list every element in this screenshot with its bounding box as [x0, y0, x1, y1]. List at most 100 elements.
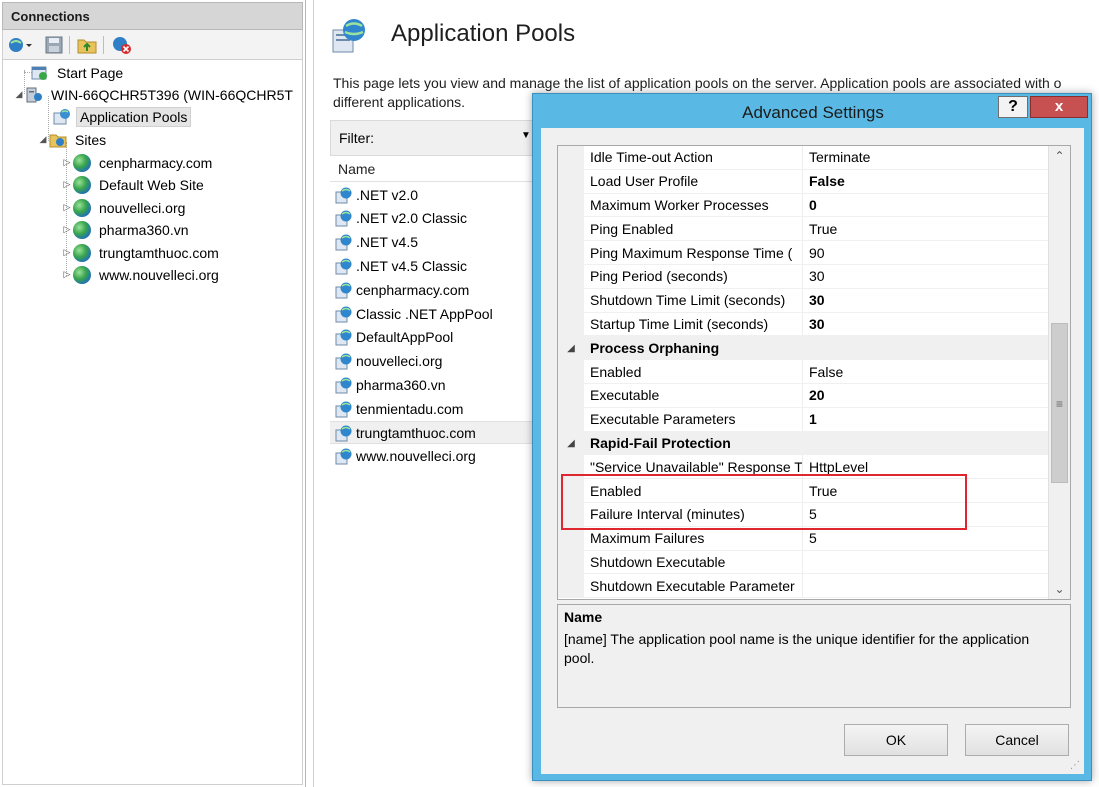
- property-value[interactable]: 30: [803, 265, 1048, 289]
- property-value[interactable]: 30: [803, 289, 1048, 313]
- property-row[interactable]: Startup Time Limit (seconds) 30: [558, 312, 1048, 337]
- property-value[interactable]: Terminate: [803, 146, 1048, 170]
- row-gutter: [558, 265, 584, 289]
- tree-item-site[interactable]: ▷ Default Web Site: [61, 174, 207, 195]
- globe-icon: [73, 220, 91, 239]
- property-value[interactable]: 1: [803, 408, 1048, 432]
- tree-item-site[interactable]: ▷ cenpharmacy.com: [61, 152, 215, 173]
- pool-row[interactable]: .NET v4.5 Classic: [330, 254, 540, 277]
- connections-header: Connections: [2, 2, 303, 30]
- property-row[interactable]: Shutdown Executable: [558, 550, 1048, 575]
- resize-grip-icon[interactable]: ⋰: [1070, 760, 1082, 772]
- property-value[interactable]: 5: [803, 527, 1048, 551]
- property-value[interactable]: HttpLevel: [803, 455, 1048, 480]
- scroll-down-icon[interactable]: ⌄: [1049, 579, 1070, 599]
- pool-row[interactable]: trungtamthuoc.com: [330, 421, 540, 444]
- expand-arrow-icon[interactable]: ▷: [61, 157, 73, 168]
- pool-row[interactable]: .NET v4.5: [330, 231, 540, 254]
- property-row[interactable]: Ping Maximum Response Time (90: [558, 241, 1048, 265]
- expand-arrow-icon[interactable]: ▷: [61, 269, 73, 280]
- close-button[interactable]: x: [1030, 96, 1088, 118]
- property-value[interactable]: 30: [803, 313, 1048, 337]
- property-row[interactable]: Idle Time-out Action Terminate: [558, 146, 1048, 170]
- property-row[interactable]: Maximum Worker Processes 0: [558, 193, 1048, 218]
- disconnect-icon[interactable]: [111, 35, 133, 55]
- expand-arrow-icon[interactable]: ▷: [61, 247, 73, 258]
- collapse-arrow-icon[interactable]: ◢: [558, 336, 584, 361]
- pool-row[interactable]: pharma360.vn: [330, 373, 540, 396]
- scroll-up-icon[interactable]: ⌃: [1049, 146, 1070, 166]
- property-row[interactable]: Shutdown Executable Parameter: [558, 574, 1048, 599]
- property-value[interactable]: 5: [803, 503, 1048, 527]
- tree-item-application-pools[interactable]: Application Pools: [53, 106, 192, 127]
- property-row[interactable]: "Service Unavailable" Response T HttpLeve…: [558, 455, 1048, 480]
- property-value[interactable]: False: [803, 360, 1048, 384]
- property-row[interactable]: Enabled True: [558, 479, 1048, 503]
- collapse-arrow-icon[interactable]: ◢: [558, 431, 584, 456]
- column-header-name[interactable]: Name: [330, 156, 540, 182]
- folder-up-icon[interactable]: [77, 35, 97, 55]
- connect-icon[interactable]: [7, 35, 33, 55]
- pool-name: pharma360.vn: [356, 376, 446, 393]
- dropdown-arrow-icon[interactable]: ▼: [521, 130, 531, 141]
- property-value[interactable]: True: [803, 479, 1048, 503]
- property-name: Shutdown Executable Parameter: [584, 574, 803, 599]
- property-name: Shutdown Executable: [584, 550, 803, 575]
- tree-item-start-page[interactable]: Start Page: [31, 62, 126, 83]
- tree-item-site[interactable]: ▷ trungtamthuoc.com: [61, 242, 222, 263]
- property-row[interactable]: Shutdown Time Limit (seconds) 30: [558, 288, 1048, 313]
- property-row[interactable]: Maximum Failures 5: [558, 526, 1048, 551]
- help-button[interactable]: ?: [998, 96, 1028, 118]
- row-gutter: [558, 217, 584, 242]
- property-row[interactable]: Failure Interval (minutes) 5: [558, 503, 1048, 527]
- row-gutter: [558, 360, 584, 384]
- property-value[interactable]: [803, 574, 1048, 599]
- tree-item-sites[interactable]: ◢ Sites: [37, 129, 109, 150]
- pool-name: tenmientadu.com: [356, 400, 464, 417]
- save-icon[interactable]: [45, 35, 63, 55]
- property-row[interactable]: Executable 20: [558, 384, 1048, 408]
- property-row[interactable]: Executable Parameters 1: [558, 407, 1048, 432]
- property-value[interactable]: [803, 551, 1048, 575]
- pool-row[interactable]: nouvelleci.org: [330, 350, 540, 373]
- pool-row[interactable]: .NET v2.0 Classic: [330, 207, 540, 230]
- expand-arrow-icon[interactable]: ▷: [61, 224, 73, 235]
- scrollbar[interactable]: ⌃ ≡ ⌄: [1048, 146, 1070, 599]
- pool-name: .NET v2.0: [356, 186, 418, 203]
- row-gutter: [558, 526, 584, 551]
- pool-row[interactable]: tenmientadu.com: [330, 397, 540, 420]
- property-category[interactable]: ◢ Rapid-Fail Protection: [558, 431, 1048, 456]
- property-value[interactable]: False: [803, 170, 1048, 194]
- ok-button[interactable]: OK: [844, 724, 948, 756]
- property-row[interactable]: Enabled False: [558, 360, 1048, 384]
- property-category[interactable]: ◢ Process Orphaning: [558, 336, 1048, 361]
- app-pools-icon: [330, 16, 370, 56]
- pool-row[interactable]: www.nouvelleci.org: [330, 445, 540, 468]
- pool-name: Classic .NET AppPool: [356, 305, 493, 322]
- tree-item-server[interactable]: ◢ WIN-66QCHR5T396 (WIN-66QCHR5T: [13, 84, 296, 105]
- pool-row[interactable]: cenpharmacy.com: [330, 278, 540, 301]
- filter-bar[interactable]: Filter: ▼: [330, 120, 540, 156]
- property-value[interactable]: 0: [803, 194, 1048, 218]
- cancel-button[interactable]: Cancel: [965, 724, 1069, 756]
- tree-item-site[interactable]: ▷ pharma360.vn: [61, 219, 192, 240]
- property-grid[interactable]: Idle Time-out Action Terminate Load User P…: [557, 145, 1071, 600]
- property-value[interactable]: 20: [803, 384, 1048, 408]
- property-value[interactable]: 90: [803, 241, 1048, 265]
- property-row[interactable]: Load User Profile False: [558, 169, 1048, 194]
- sites-folder-icon: [49, 131, 67, 149]
- pool-row[interactable]: Classic .NET AppPool: [330, 302, 540, 325]
- page-title: Application Pools: [391, 20, 576, 47]
- expand-arrow-icon[interactable]: ▷: [61, 179, 73, 190]
- tree-item-site[interactable]: ▷ nouvelleci.org: [61, 197, 188, 218]
- collapse-arrow-icon[interactable]: ◢: [37, 134, 49, 145]
- tree-item-site[interactable]: ▷ www.nouvelleci.org: [61, 264, 222, 285]
- scroll-thumb[interactable]: ≡: [1051, 323, 1068, 483]
- pool-row[interactable]: .NET v2.0: [330, 183, 540, 206]
- pool-row[interactable]: DefaultAppPool: [330, 326, 540, 349]
- property-value[interactable]: True: [803, 217, 1048, 242]
- collapse-arrow-icon[interactable]: ◢: [13, 89, 25, 100]
- expand-arrow-icon[interactable]: ▷: [61, 202, 73, 213]
- property-row[interactable]: Ping Period (seconds) 30: [558, 265, 1048, 289]
- property-row[interactable]: Ping Enabled True: [558, 217, 1048, 242]
